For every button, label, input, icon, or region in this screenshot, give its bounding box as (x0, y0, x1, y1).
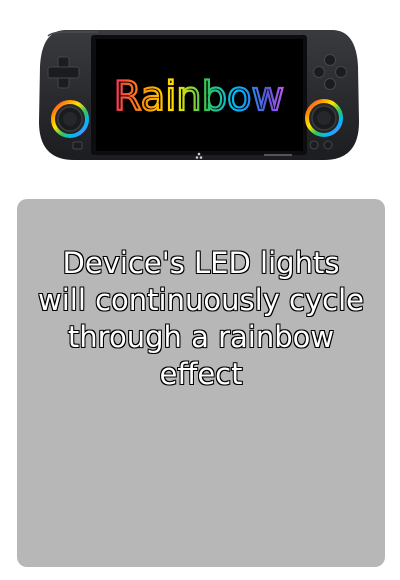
model-label-mark (264, 154, 292, 156)
handheld-console-image: Rainbow (38, 26, 360, 166)
right-stick-rainbow-led (305, 99, 343, 137)
screen-rainbow-text: Rainbow (114, 74, 284, 120)
left-stick-rainbow-led (51, 100, 89, 138)
description-card: Device's LED lights will continuously cy… (17, 199, 385, 567)
led-effect-page: Rainbow Device's LED lights will continu… (0, 0, 400, 580)
description-text: Device's LED lights will continuously cy… (37, 245, 365, 392)
